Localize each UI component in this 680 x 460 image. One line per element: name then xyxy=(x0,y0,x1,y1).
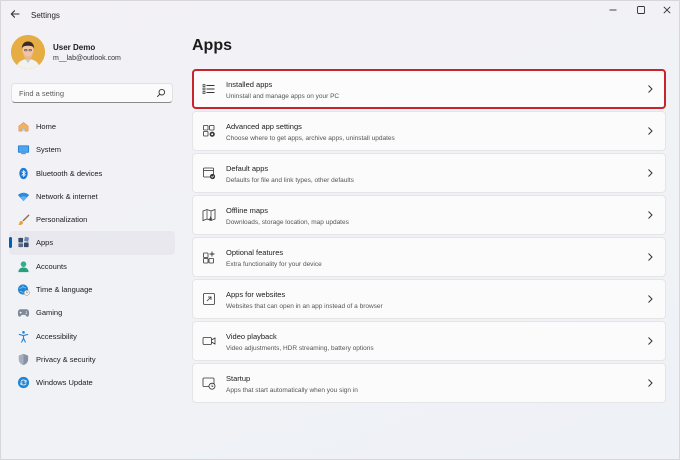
apps-icon xyxy=(18,237,30,248)
sidebar-item-system[interactable]: System xyxy=(9,138,175,161)
sidebar-item-gaming[interactable]: Gaming xyxy=(9,301,175,324)
card-default-apps[interactable]: Default apps Defaults for file and link … xyxy=(192,153,666,193)
chevron-right-icon xyxy=(648,253,653,261)
card-offline-maps[interactable]: Offline maps Downloads, storage location… xyxy=(192,195,666,235)
system-icon xyxy=(17,145,30,155)
sidebar-nav: Home System Bluetooth & devices Network … xyxy=(9,115,175,395)
gamepad-icon xyxy=(17,309,30,318)
chevron-right-icon xyxy=(648,379,653,387)
home-icon xyxy=(18,122,29,132)
sidebar-item-accounts[interactable]: Accounts xyxy=(9,255,175,278)
chevron-right-icon xyxy=(648,169,653,177)
search-input[interactable]: Find a setting xyxy=(11,83,173,103)
video-icon xyxy=(202,337,216,345)
web-app-icon xyxy=(203,293,215,305)
sidebar-item-bluetooth[interactable]: Bluetooth & devices xyxy=(9,162,175,185)
default-apps-icon xyxy=(203,167,216,180)
chevron-right-icon xyxy=(648,127,653,135)
page-title: Apps xyxy=(192,37,232,54)
card-installed-apps[interactable]: Installed apps Uninstall and manage apps… xyxy=(192,69,666,109)
card-apps-for-websites[interactable]: Apps for websites Websites that can open… xyxy=(192,279,666,319)
sidebar-item-privacy[interactable]: Privacy & security xyxy=(9,348,175,371)
chevron-right-icon xyxy=(648,85,653,93)
sidebar-item-home[interactable]: Home xyxy=(9,115,175,138)
wifi-icon xyxy=(17,192,30,202)
apps-settings-list: Installed apps Uninstall and manage apps… xyxy=(192,69,666,405)
accessibility-icon xyxy=(18,330,29,343)
add-features-icon xyxy=(203,251,215,264)
accounts-icon xyxy=(18,261,29,272)
sidebar-item-apps[interactable]: Apps xyxy=(9,231,175,255)
card-optional-features[interactable]: Optional features Extra functionality fo… xyxy=(192,237,666,277)
chevron-right-icon xyxy=(648,295,653,303)
globe-clock-icon xyxy=(17,284,30,296)
chevron-right-icon xyxy=(648,211,653,219)
avatar xyxy=(11,35,45,69)
search-icon[interactable] xyxy=(156,88,166,98)
search-placeholder: Find a setting xyxy=(19,89,65,98)
user-profile[interactable]: User Demo m__lab@outlook.com xyxy=(11,35,181,75)
sidebar-item-accessibility[interactable]: Accessibility xyxy=(9,325,175,348)
map-icon xyxy=(202,208,216,222)
title-bar: Settings xyxy=(1,1,679,31)
card-video-playback[interactable]: Video playback Video adjustments, HDR st… xyxy=(192,321,666,361)
minimize-icon[interactable] xyxy=(601,4,625,22)
back-arrow-icon[interactable] xyxy=(7,8,23,24)
startup-icon xyxy=(202,377,216,390)
maximize-icon[interactable] xyxy=(629,4,653,22)
sidebar-item-time-language[interactable]: Time & language xyxy=(9,278,175,301)
user-name: User Demo xyxy=(53,43,96,52)
window-title: Settings xyxy=(31,11,60,20)
card-advanced-app-settings[interactable]: Advanced app settings Choose where to ge… xyxy=(192,111,666,151)
settings-window: Settings User Demo m__lab@outlook.com Fi… xyxy=(0,0,680,460)
app-settings-icon xyxy=(203,125,215,137)
close-icon[interactable] xyxy=(655,4,679,22)
sidebar-item-network[interactable]: Network & internet xyxy=(9,185,175,208)
card-startup[interactable]: Startup Apps that start automatically wh… xyxy=(192,363,666,403)
sidebar-item-windows-update[interactable]: Windows Update xyxy=(9,371,175,394)
sidebar-item-personalization[interactable]: Personalization xyxy=(9,208,175,231)
shield-icon xyxy=(18,353,29,366)
brush-icon xyxy=(17,214,30,226)
list-icon xyxy=(202,84,215,94)
bluetooth-icon xyxy=(19,167,28,179)
update-icon xyxy=(17,377,30,389)
user-email: m__lab@outlook.com xyxy=(53,55,121,62)
chevron-right-icon xyxy=(648,337,653,345)
